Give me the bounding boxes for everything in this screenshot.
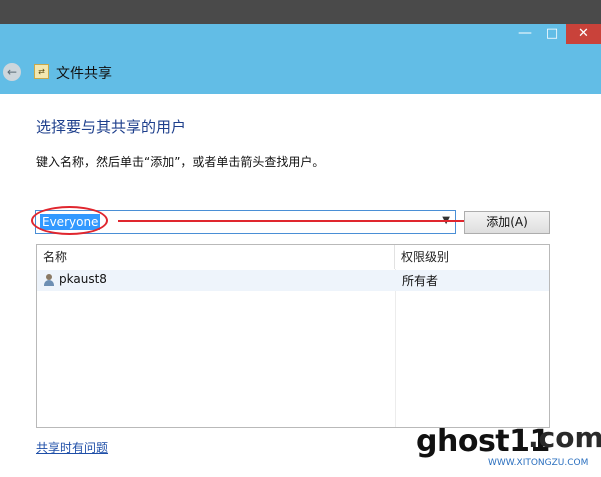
sharing-help-link[interactable]: 共享时有问题 — [36, 439, 108, 456]
annotation-circle — [31, 206, 108, 235]
minimize-button[interactable]: — — [512, 24, 538, 44]
watermark-site: WWW.XITONGZU.COM — [488, 458, 589, 468]
table-row[interactable]: pkaust8 所有者 — [37, 270, 549, 291]
page-heading: 选择要与其共享的用户 — [36, 118, 187, 136]
user-permission-list: 名称 权限级别 pkaust8 所有者 — [36, 244, 550, 428]
column-header-name[interactable]: 名称 — [37, 245, 395, 269]
maximize-button[interactable]: □ — [538, 24, 566, 44]
column-divider — [395, 269, 396, 427]
title-bar — [0, 24, 601, 94]
window-title: 文件共享 — [56, 66, 112, 82]
share-folder-icon: ⇄ — [34, 64, 49, 79]
instruction-text: 键入名称，然后单击“添加”，或者单击箭头查找用户。 — [36, 155, 325, 169]
annotation-arrow-line — [118, 220, 466, 222]
close-button[interactable]: ✕ — [566, 24, 601, 44]
watermark-tld: .com — [528, 421, 601, 454]
top-dark-strip — [0, 0, 601, 24]
user-icon — [43, 274, 54, 287]
back-arrow-icon[interactable]: ← — [3, 63, 21, 81]
column-header-permission[interactable]: 权限级别 — [395, 245, 549, 269]
permission-level-cell[interactable]: 所有者 — [402, 272, 438, 289]
add-button[interactable]: 添加(A) — [464, 211, 550, 234]
user-name-cell: pkaust8 — [59, 272, 107, 286]
